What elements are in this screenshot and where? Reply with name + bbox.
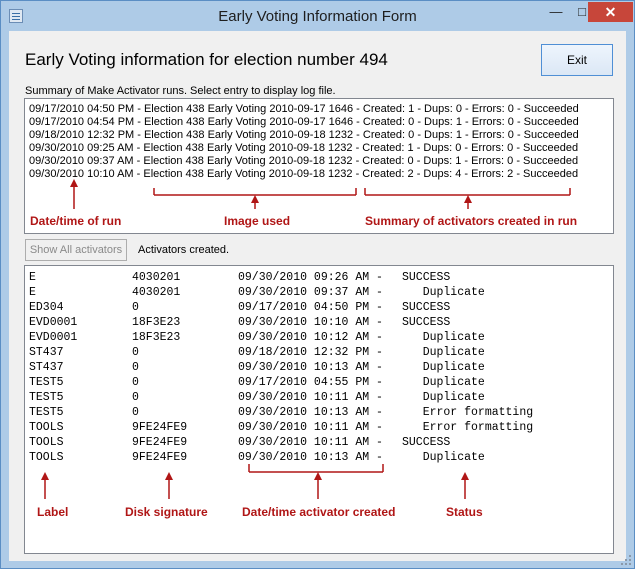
title-bar[interactable]: Early Voting Information Form — □ ✕ — [1, 1, 634, 31]
resize-grip-icon[interactable] — [621, 555, 631, 565]
window-title: Early Voting Information Form — [218, 8, 417, 25]
activators-annotation-arrows — [41, 464, 469, 499]
close-icon[interactable]: ✕ — [588, 2, 633, 22]
summary-label: Summary of Make Activator runs. Select e… — [25, 85, 336, 97]
exit-button[interactable]: Exit — [541, 44, 613, 76]
activators-list[interactable]: E 4030201 09/30/2010 09:26 AM - SUCCESS E 40… — [24, 265, 614, 554]
form-body: Early Voting information for election nu… — [9, 31, 626, 561]
runs-annotation-arrows — [70, 179, 571, 209]
minimize-icon[interactable]: — — [543, 2, 569, 22]
runs-list[interactable]: 09/17/2010 04:50 PM - Election 438 Early… — [24, 98, 614, 234]
activators-label: Activators created. — [138, 244, 230, 256]
app-window: Early Voting Information Form — □ ✕ Earl… — [0, 0, 635, 569]
show-all-activators-button[interactable]: Show All activators — [25, 239, 127, 261]
page-title: Early Voting information for election nu… — [25, 50, 388, 69]
